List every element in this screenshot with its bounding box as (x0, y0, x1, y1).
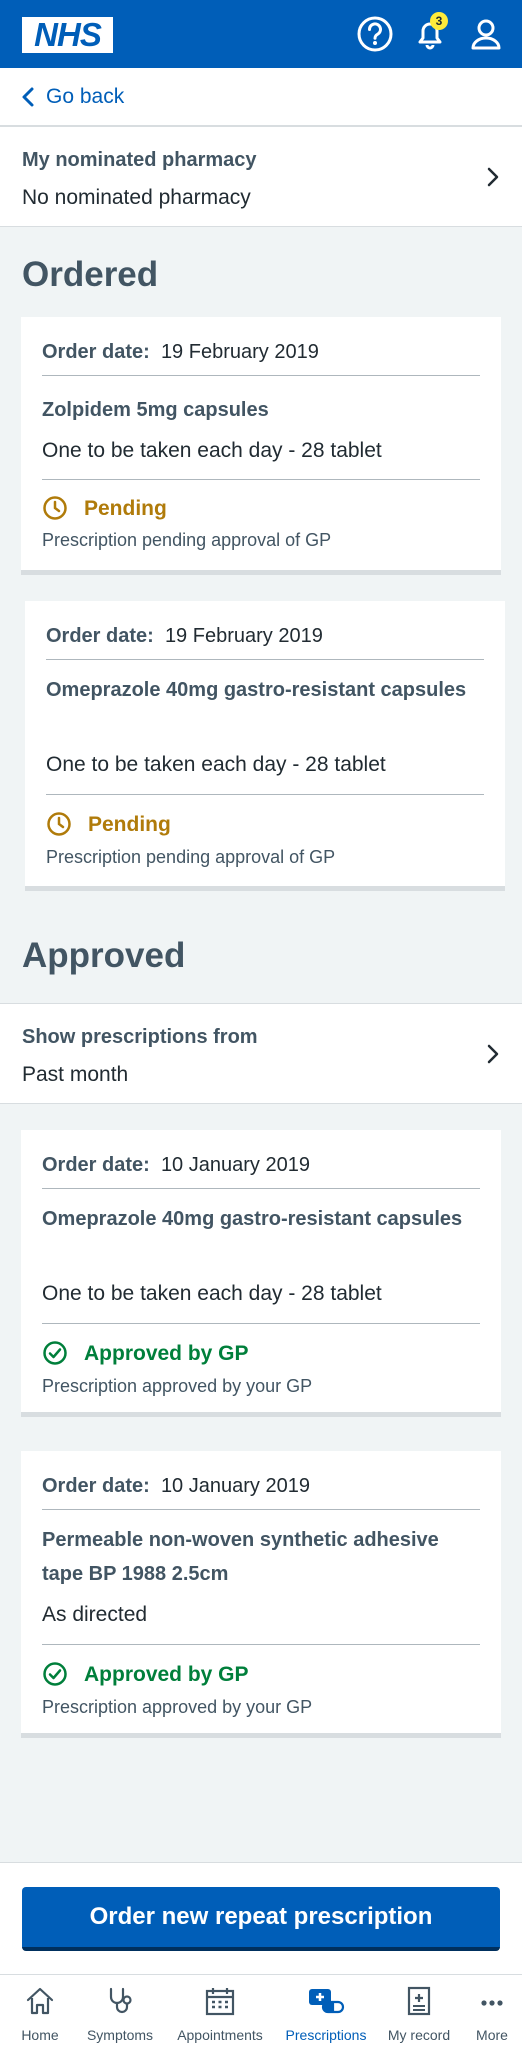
status-label: Approved by GP (84, 1342, 249, 1365)
chevron-left-icon (22, 87, 34, 107)
divider (42, 1509, 480, 1510)
medicine-name: Zolpidem 5mg capsules (42, 399, 269, 421)
prescription-card: Order date: 10 January 2019 Omeprazole 4… (21, 1130, 501, 1417)
check-circle-icon (43, 1662, 67, 1686)
order-date: Order date: 19 February 2019 (42, 341, 319, 363)
medicine-name: Omeprazole 40mg gastro-resistant capsule… (42, 1208, 463, 1230)
app-header: NHS 3 (0, 0, 522, 68)
prescriptions-icon (309, 1989, 345, 2014)
nominated-pharmacy-title: My nominated pharmacy (22, 149, 257, 171)
prescription-card: Order date: 10 January 2019 Permeable no… (21, 1451, 501, 1738)
prescription-period-filter[interactable]: Show prescriptions from Past month (0, 1003, 522, 1104)
go-back-link[interactable]: Go back (0, 68, 522, 126)
filter-value: Past month (22, 1063, 129, 1086)
ordered-heading: Ordered (22, 255, 159, 294)
tab-label: Home (21, 2027, 59, 2043)
nhs-logo[interactable]: NHS (22, 17, 113, 53)
tab-label: Appointments (177, 2027, 263, 2043)
status-description: Prescription approved by your GP (42, 1376, 313, 1396)
order-button-area: Order new repeat prescription (0, 1862, 522, 1974)
dosage: One to be taken each day - 28 tablet (42, 1282, 382, 1305)
status-description: Prescription approved by your GP (42, 1697, 313, 1717)
tab-home[interactable]: Home (0, 1975, 80, 2048)
order-date: Order date: 19 February 2019 (46, 625, 323, 647)
tab-label: More (476, 2027, 508, 2043)
tab-prescriptions[interactable]: Prescriptions (278, 1975, 374, 2048)
clock-icon (47, 812, 71, 836)
order-repeat-prescription-button[interactable]: Order new repeat prescription (22, 1887, 500, 1951)
divider (42, 1323, 480, 1324)
tab-more[interactable]: More (462, 1975, 522, 2048)
tab-symptoms[interactable]: Symptoms (80, 1975, 160, 2048)
divider (42, 479, 480, 480)
chevron-right-icon (487, 167, 499, 187)
medicine-name: Permeable non-woven synthetic adhesive t… (42, 1529, 439, 1585)
approved-heading: Approved (22, 936, 186, 975)
help-icon[interactable] (355, 14, 395, 54)
tab-label: Symptoms (86, 2027, 154, 2043)
tab-my-record[interactable]: My record (378, 1975, 460, 2048)
tab-appointments[interactable]: Appointments (165, 1975, 275, 2048)
go-back-label: Go back (46, 85, 125, 108)
prescription-card: Order date: 19 February 2019 Zolpidem 5m… (21, 317, 501, 575)
status-description: Prescription pending approval of GP (46, 847, 336, 867)
divider (42, 1644, 480, 1645)
notification-count-badge: 3 (430, 12, 448, 30)
status-label: Pending (88, 813, 171, 836)
chevron-right-icon (487, 1044, 499, 1064)
tab-label: Prescriptions (285, 2027, 367, 2043)
dosage: As directed (42, 1603, 148, 1626)
divider (42, 375, 480, 376)
order-date: Order date: 10 January 2019 (42, 1154, 310, 1176)
medicine-name: Omeprazole 40mg gastro-resistant capsule… (46, 679, 467, 701)
filter-title: Show prescriptions from (22, 1026, 258, 1048)
nominated-pharmacy-row[interactable]: My nominated pharmacy No nominated pharm… (0, 126, 522, 227)
calendar-icon (205, 1988, 235, 2016)
clock-icon (43, 496, 67, 520)
home-icon (26, 1987, 54, 2015)
account-icon[interactable] (466, 14, 506, 54)
status-label: Approved by GP (84, 1663, 249, 1686)
prescription-card: Order date: 19 February 2019 Omeprazole … (25, 601, 505, 891)
record-icon (407, 1986, 431, 2016)
status-description: Prescription pending approval of GP (42, 530, 332, 550)
check-circle-icon (43, 1341, 67, 1365)
nominated-pharmacy-value: No nominated pharmacy (22, 186, 251, 209)
divider (42, 1188, 480, 1189)
bottom-tab-bar: Home Symptoms Appointments Prescriptions (0, 1974, 522, 2048)
dosage: One to be taken each day - 28 tablet (46, 753, 386, 776)
more-icon (481, 2000, 503, 2006)
divider (46, 659, 484, 660)
order-date: Order date: 10 January 2019 (42, 1475, 310, 1497)
stethoscope-icon (109, 1987, 132, 2014)
tab-label: My record (387, 2027, 451, 2043)
divider (46, 794, 484, 795)
status-label: Pending (84, 497, 167, 520)
dosage: One to be taken each day - 28 tablet (42, 439, 382, 462)
